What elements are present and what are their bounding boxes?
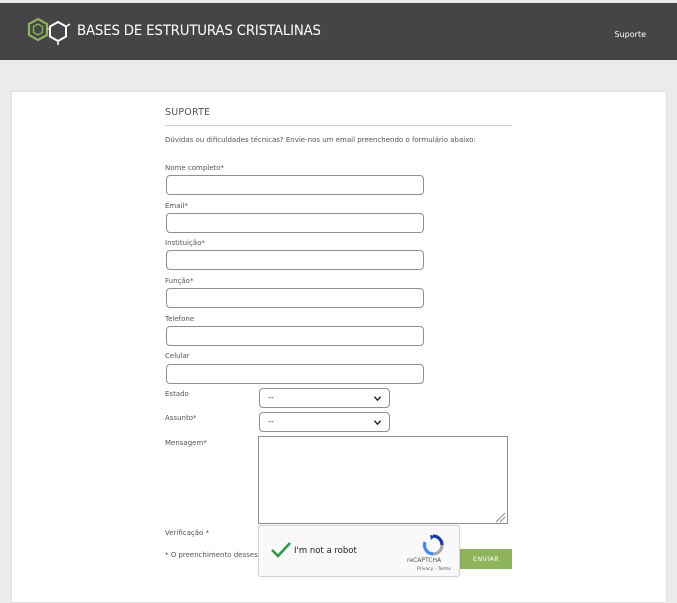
sub-navigation-strip — [0, 60, 677, 80]
recaptcha-logo-icon — [422, 534, 444, 556]
hexagon-molecule-icon[interactable] — [25, 17, 71, 47]
chevron-down-icon — [373, 420, 382, 426]
institution-label: Instituição* — [165, 239, 205, 247]
message-label: Mensagem* — [165, 439, 207, 447]
phone-input[interactable] — [166, 326, 424, 346]
resize-handle-icon[interactable] — [494, 511, 506, 523]
recaptcha-privacy-terms-links[interactable]: Privacy - Terms — [417, 567, 451, 572]
top-navigation-bar: BASES DE ESTRUTURAS CRISTALINAS Suporte — [0, 3, 677, 60]
site-title[interactable]: BASES DE ESTRUTURAS CRISTALINAS — [77, 23, 321, 39]
nav-link-suporte[interactable]: Suporte — [615, 30, 646, 39]
role-input[interactable] — [166, 288, 424, 308]
intro-text: Dúvidas ou dificuldades técnicas? Envie-… — [165, 136, 476, 144]
captcha-label: I'm not a robot — [294, 546, 357, 556]
subject-label: Assunto* — [165, 414, 197, 422]
title-divider — [165, 125, 512, 126]
subject-selected-value: -- — [268, 417, 274, 426]
chevron-down-icon — [373, 396, 382, 402]
required-fields-note: * O preenchimento desses — [165, 551, 258, 559]
recaptcha-brand: reCAPTCHA — [407, 557, 442, 564]
full-name-label: Nome completo* — [165, 164, 225, 172]
institution-input[interactable] — [166, 250, 424, 270]
state-selected-value: -- — [268, 393, 274, 402]
verification-label: Verificação * — [165, 529, 210, 537]
page-title: SUPORTE — [165, 107, 211, 118]
state-select[interactable]: -- — [259, 388, 390, 408]
recaptcha-widget: I'm not a robot reCAPTCHA Privacy - Term… — [258, 525, 460, 577]
mobile-input[interactable] — [166, 364, 424, 384]
email-label: Email* — [165, 202, 188, 210]
phone-label: Telefone — [165, 315, 195, 323]
send-button[interactable]: ENVIAR — [457, 549, 512, 569]
state-label: Estado — [165, 390, 189, 398]
mobile-label: Celular — [165, 352, 190, 360]
subject-select[interactable]: -- — [259, 412, 390, 432]
role-label: Função* — [165, 277, 194, 285]
email-input[interactable] — [166, 213, 424, 233]
full-name-input[interactable] — [166, 175, 424, 195]
checkmark-icon[interactable] — [270, 541, 292, 559]
message-textarea[interactable] — [258, 436, 508, 524]
